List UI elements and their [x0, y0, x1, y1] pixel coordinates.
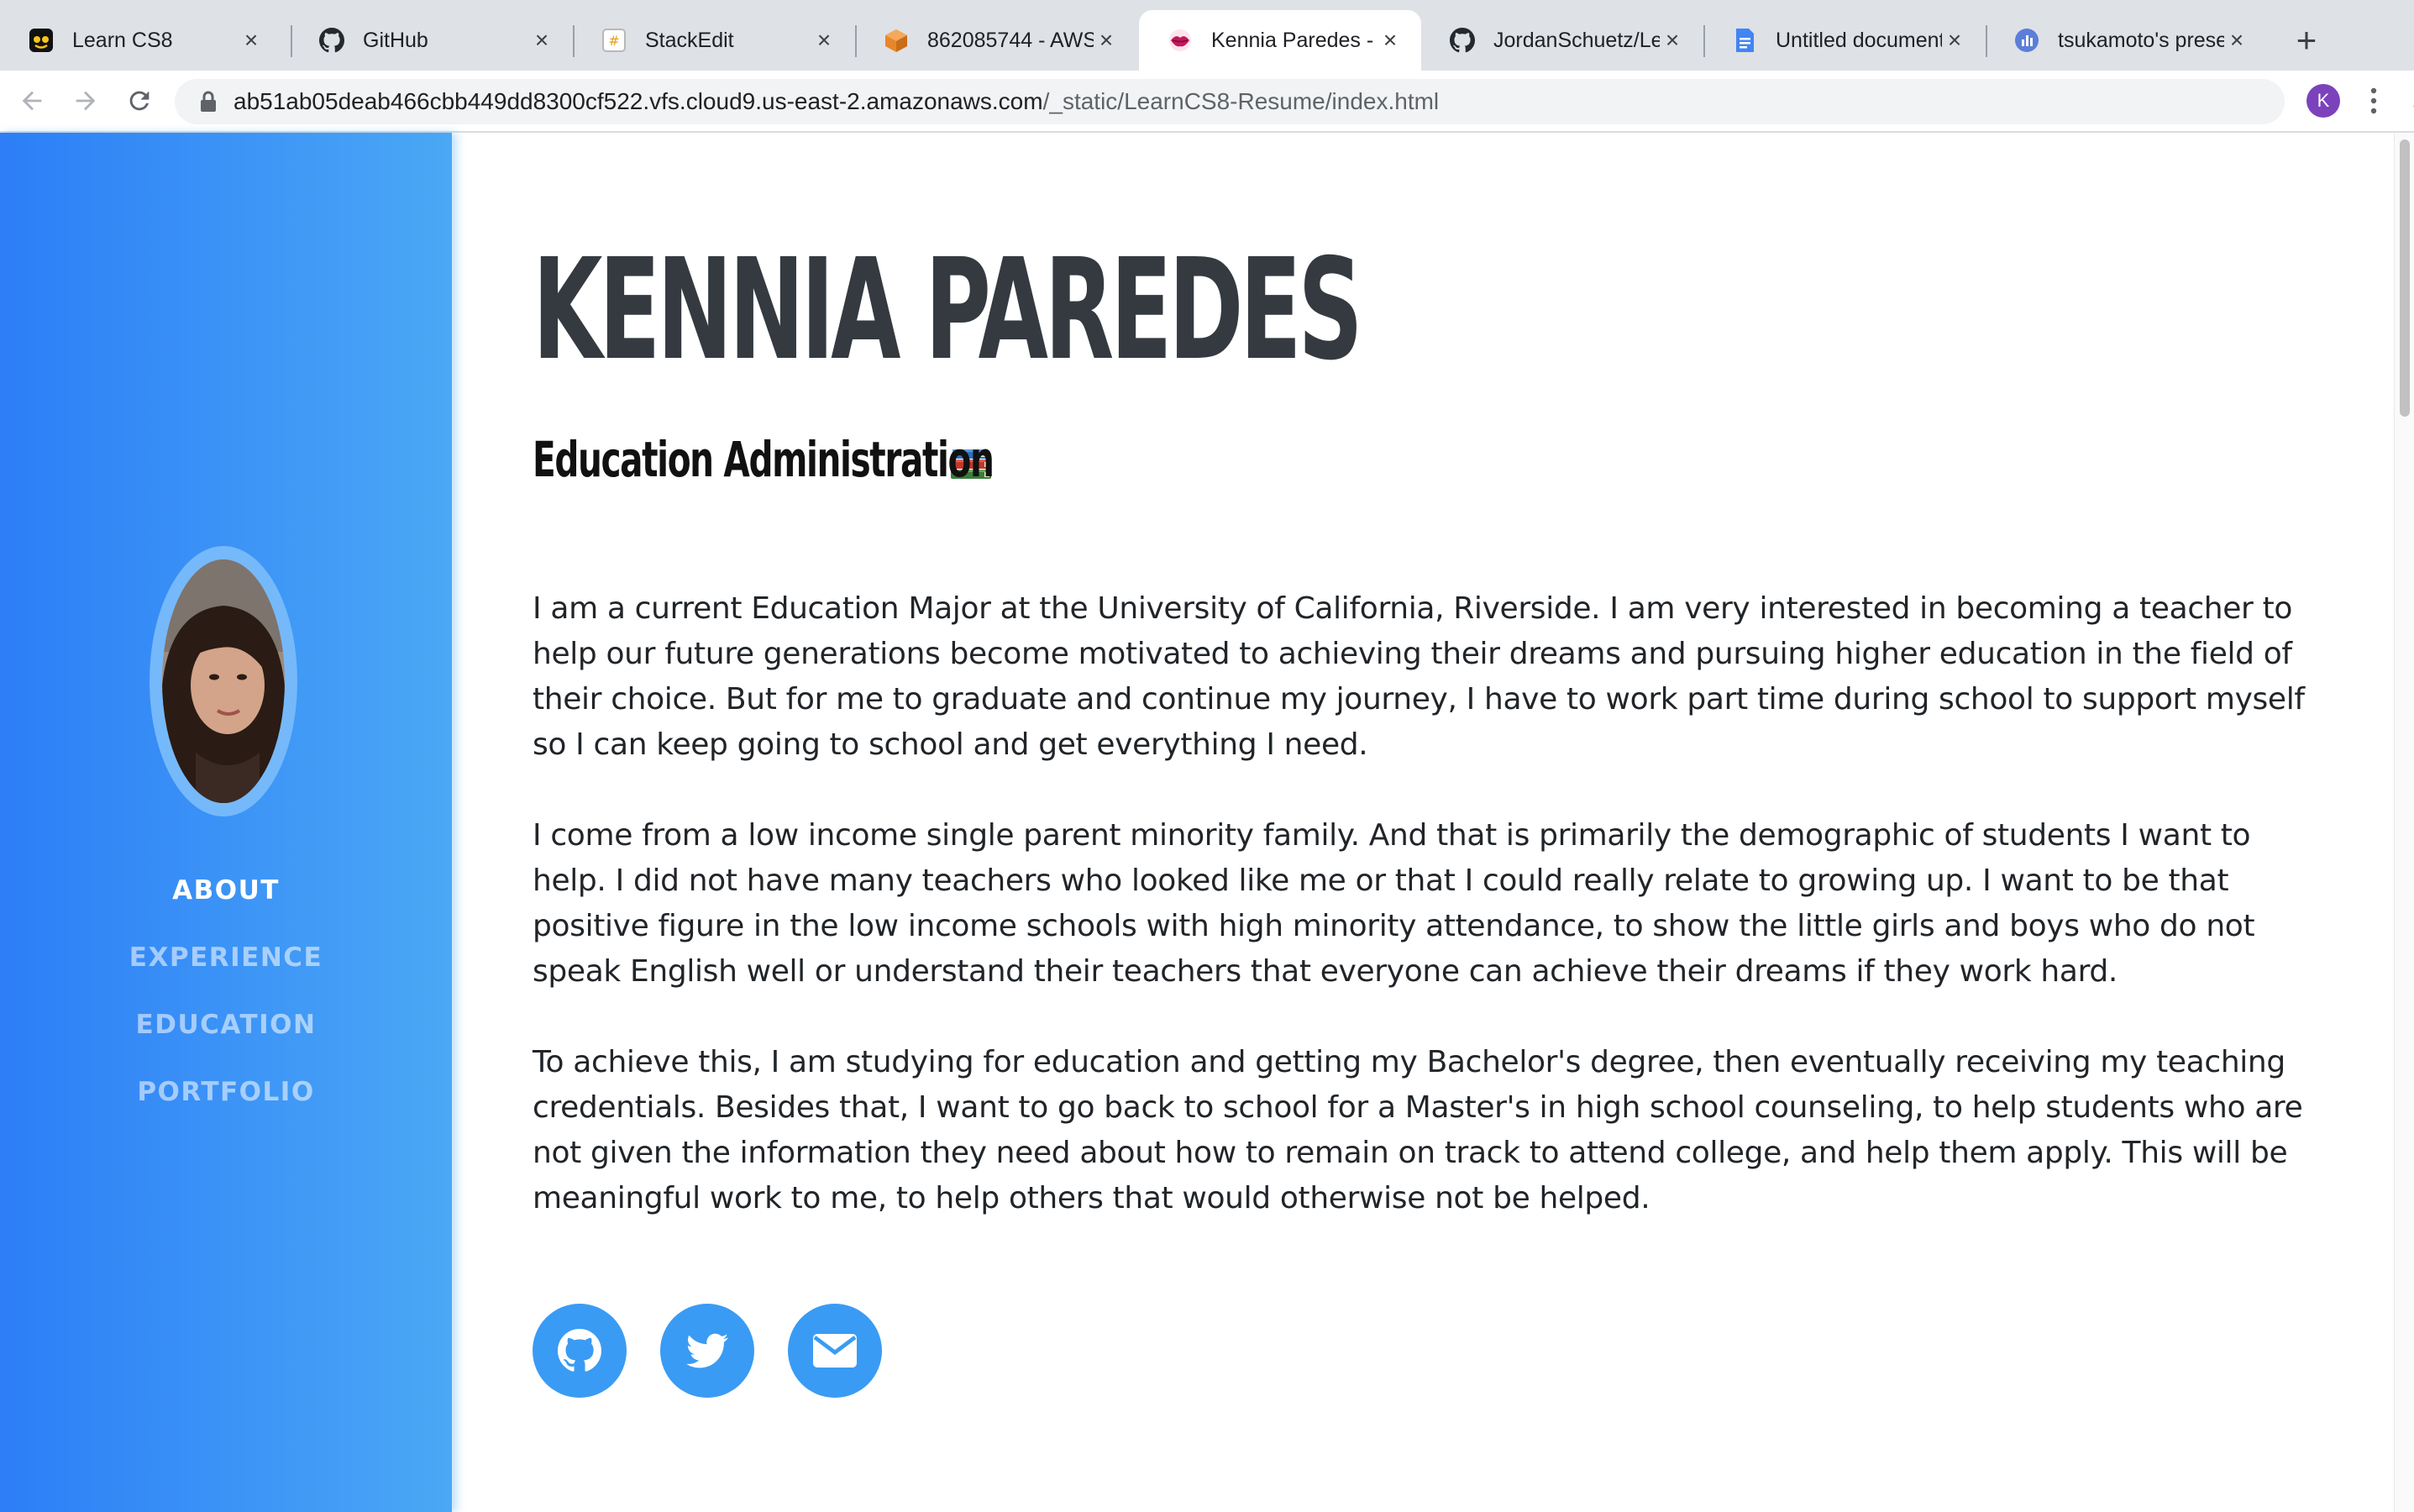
github-link-button[interactable] — [533, 1304, 627, 1398]
subtitle-text: Education Administration — [533, 431, 994, 488]
reload-icon — [129, 91, 150, 111]
browser-tab-strip: Learn CS8 × GitHub × # StackEdit × 86208… — [0, 0, 2414, 71]
profile-avatar[interactable]: K — [2306, 84, 2340, 118]
close-icon[interactable]: × — [2224, 28, 2249, 53]
tab-stackedit[interactable]: # StackEdit × — [573, 10, 855, 71]
tab-aws[interactable]: 862085744 - AWS × — [855, 10, 1137, 71]
bio-paragraph: I am a current Education Major at the Un… — [533, 591, 2305, 762]
twitter-link-button[interactable] — [660, 1304, 754, 1398]
close-icon[interactable]: × — [239, 28, 264, 53]
tab-title: JordanSchuetz/Le — [1493, 28, 1660, 52]
close-icon[interactable]: × — [1942, 28, 1967, 53]
browser-toolbar: ab51ab05deab466cbb449dd8300cf522.vfs.clo… — [0, 71, 2414, 133]
email-link-button[interactable] — [788, 1304, 882, 1398]
page-scrollbar[interactable] — [2394, 133, 2414, 1512]
nav-link-education[interactable]: EDUCATION — [0, 991, 452, 1058]
tab-tsukamoto-presentation[interactable]: tsukamoto's prese × — [1986, 10, 2268, 71]
tab-learn-cs8[interactable]: Learn CS8 × — [0, 10, 282, 71]
nav-link-portfolio[interactable]: PORTFOLIO — [0, 1058, 452, 1126]
profile-photo-frame — [150, 546, 297, 816]
google-docs-icon — [1732, 28, 1757, 53]
lips-icon — [1168, 28, 1193, 53]
tab-title: Untitled document — [1776, 28, 1942, 52]
address-bar[interactable]: ab51ab05deab466cbb449dd8300cf522.vfs.clo… — [175, 79, 2414, 124]
more-menu-icon[interactable] — [2367, 86, 2380, 116]
arrow-left-icon — [22, 91, 42, 111]
close-icon[interactable]: × — [1660, 28, 1685, 53]
new-tab-button[interactable]: + — [2290, 22, 2323, 59]
nav-link-about[interactable]: ABOUT — [0, 857, 452, 924]
tab-title: 862085744 - AWS — [927, 28, 1094, 52]
github-icon — [558, 1329, 601, 1372]
stackedit-icon: # — [601, 28, 627, 53]
github-icon — [1450, 28, 1475, 53]
github-icon — [319, 28, 344, 53]
url-host: ab51ab05deab466cbb449dd8300cf522.vfs.clo… — [234, 88, 1043, 114]
url-text: ab51ab05deab466cbb449dd8300cf522.vfs.clo… — [234, 89, 1439, 114]
svg-text:#: # — [608, 33, 619, 49]
bio: I am a current Education Major at the Un… — [533, 586, 2313, 1267]
nav-link-experience[interactable]: EXPERIENCE — [0, 924, 452, 991]
tab-untitled-document[interactable]: Untitled document × — [1703, 10, 1986, 71]
sidebar-nav: ABOUT EXPERIENCE EDUCATION PORTFOLIO — [0, 857, 452, 1126]
tab-title: StackEdit — [645, 28, 734, 52]
bio-paragraph: To achieve this, I am studying for educa… — [533, 1045, 2303, 1215]
envelope-icon — [813, 1334, 857, 1368]
aws-cube-icon — [884, 28, 909, 53]
close-icon[interactable]: × — [1094, 28, 1119, 53]
sidebar: ABOUT EXPERIENCE EDUCATION PORTFOLIO — [0, 133, 452, 1512]
arrow-right-icon — [76, 91, 96, 111]
tab-title: GitHub — [363, 28, 428, 52]
url-path: /_static/LearnCS8-Resume/index.html — [1042, 88, 1440, 114]
tab-kennia-paredes[interactable]: Kennia Paredes - E × — [1139, 10, 1421, 71]
presentation-icon — [2014, 28, 2039, 53]
close-icon[interactable]: × — [529, 28, 554, 53]
scrollbar-thumb[interactable] — [2400, 139, 2410, 417]
twitter-icon — [686, 1333, 728, 1368]
close-icon[interactable]: × — [811, 28, 837, 53]
tab-title: tsukamoto's prese — [2058, 28, 2224, 52]
close-icon[interactable]: × — [1378, 28, 1403, 53]
tab-title: Kennia Paredes - E — [1211, 28, 1378, 52]
learn-cs8-favicon — [29, 28, 54, 53]
tab-title: Learn CS8 — [72, 28, 173, 52]
tab-github[interactable]: GitHub × — [291, 10, 573, 71]
forward-button[interactable] — [67, 82, 104, 119]
profile-photo — [162, 559, 285, 803]
lock-icon — [201, 91, 216, 112]
page-title: KENNIA PAREDES — [533, 229, 1363, 391]
bio-paragraph: I come from a low income single parent m… — [533, 818, 2255, 989]
back-button[interactable] — [13, 82, 50, 119]
tab-jordanschuetz[interactable]: JordanSchuetz/Le × — [1421, 10, 1703, 71]
subtitle: Education Administration — [533, 430, 994, 489]
reload-button[interactable] — [121, 82, 158, 119]
social-links — [533, 1304, 916, 1398]
